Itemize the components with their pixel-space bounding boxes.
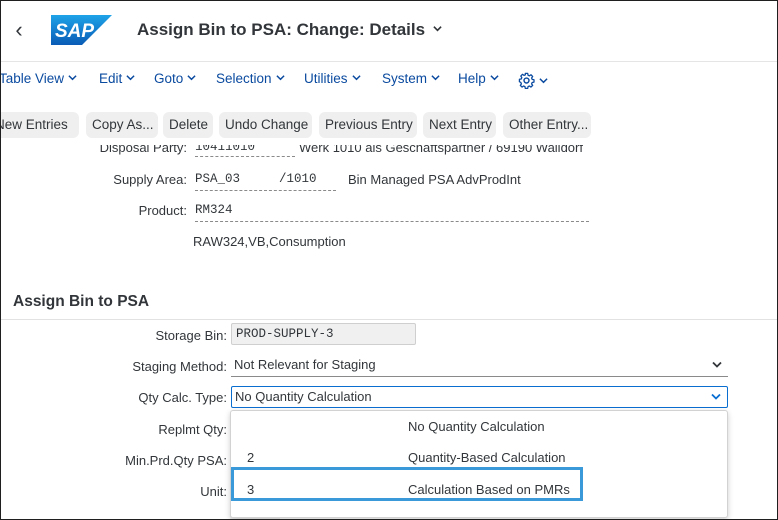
menu-bar: Table View Edit Goto Selection Utilities… <box>1 61 777 97</box>
button-label: New Entries <box>0 117 68 132</box>
menu-utilities[interactable]: Utilities <box>304 71 361 86</box>
menu-selection[interactable]: Selection <box>216 71 285 86</box>
gear-icon <box>518 72 535 90</box>
option-key: 2 <box>247 450 255 465</box>
qty-calc-type-select[interactable]: No Quantity Calculation <box>231 386 728 408</box>
shell-bar: ‹ SAP Assign Bin to PSA: Change: Details <box>1 1 777 62</box>
product-value: RM324 <box>195 203 233 217</box>
option-text: Quantity-Based Calculation <box>408 450 566 465</box>
sap-logo: SAP <box>51 15 112 45</box>
chevron-down-icon <box>126 75 135 81</box>
product-label: Product: <box>138 203 187 218</box>
option-highlight-box <box>231 467 583 501</box>
button-label: Delete <box>169 117 209 132</box>
previous-entry-button[interactable]: Previous Entry <box>319 112 417 138</box>
menu-label: System <box>382 71 428 86</box>
menu-label: Selection <box>216 71 272 86</box>
chevron-down-icon <box>68 75 77 81</box>
replmt-qty-label: Replmt Qty: <box>158 422 227 437</box>
staging-method-select[interactable]: Not Relevant for Staging <box>231 355 728 377</box>
menu-system[interactable]: System <box>382 71 440 86</box>
chevron-down-icon <box>187 75 196 81</box>
menu-label: Goto <box>154 71 184 86</box>
app-window: ‹ SAP Assign Bin to PSA: Change: Details… <box>0 0 778 520</box>
supply-area-label: Supply Area: <box>113 172 187 187</box>
chevron-down-icon <box>351 75 361 81</box>
disposal-party-description: Werk 1010 als Geschaftspartner / 69190 W… <box>299 140 583 155</box>
next-entry-button[interactable]: Next Entry <box>423 112 496 138</box>
button-label: Next Entry <box>429 117 493 132</box>
chevron-down-icon <box>712 361 722 368</box>
storage-bin-label: Storage Bin: <box>155 328 227 343</box>
disposal-party-underline <box>195 156 295 157</box>
action-toolbar: New Entries Copy As... Delete Undo Chang… <box>1 105 777 141</box>
storage-bin-value: PROD-SUPPLY-3 <box>236 327 334 341</box>
menu-table-view[interactable]: Table View <box>0 71 77 86</box>
chevron-left-icon: ‹ <box>15 17 23 42</box>
storage-bin-input[interactable]: PROD-SUPPLY-3 <box>231 323 416 345</box>
unit-label: Unit: <box>200 484 227 499</box>
menu-help[interactable]: Help <box>458 71 499 86</box>
supply-area-underline <box>195 190 336 191</box>
product-underline <box>195 221 589 222</box>
page-title[interactable]: Assign Bin to PSA: Change: Details <box>137 20 442 40</box>
button-label: Previous Entry <box>325 117 413 132</box>
disposal-party-label: Disposal Party: <box>99 140 187 155</box>
menu-edit[interactable]: Edit <box>99 71 135 86</box>
menu-label: Edit <box>99 71 123 86</box>
supply-area-plant: /1010 <box>279 172 317 186</box>
page-title-text: Assign Bin to PSA: Change: Details <box>137 20 426 39</box>
chevron-down-icon <box>711 393 721 400</box>
menu-label: Table View <box>0 71 65 86</box>
menu-label: Help <box>458 71 486 86</box>
chevron-down-icon <box>490 75 499 81</box>
section-divider <box>1 319 777 320</box>
chevron-down-icon <box>431 75 440 81</box>
svg-text:SAP: SAP <box>55 21 94 42</box>
menu-settings[interactable] <box>518 69 548 90</box>
delete-button[interactable]: Delete <box>163 112 213 138</box>
back-button[interactable]: ‹ <box>9 19 29 43</box>
undo-change-button[interactable]: Undo Change <box>219 112 312 138</box>
button-label: Undo Change <box>225 117 309 132</box>
button-label: Other Entry... <box>509 117 589 132</box>
menu-label: Utilities <box>304 71 348 86</box>
chevron-down-icon <box>275 75 285 81</box>
dropdown-option[interactable]: No Quantity Calculation <box>231 412 727 442</box>
product-description: RAW324,VB,Consumption <box>193 234 346 249</box>
button-label: Copy As... <box>92 117 154 132</box>
copy-as-button[interactable]: Copy As... <box>86 112 158 138</box>
section-title: Assign Bin to PSA <box>13 293 150 310</box>
qty-calc-type-dropdown: No Quantity Calculation 2 Quantity-Based… <box>230 410 728 518</box>
chevron-down-icon <box>433 26 442 32</box>
supply-area-description: Bin Managed PSA AdvProdInt <box>348 172 521 187</box>
new-entries-button[interactable]: New Entries <box>0 112 79 138</box>
supply-area-value: PSA_03 <box>195 172 241 186</box>
menu-goto[interactable]: Goto <box>154 71 196 86</box>
qty-calc-type-value: No Quantity Calculation <box>235 389 372 404</box>
min-prd-qty-psa-label: Min.Prd.Qty PSA: <box>125 453 227 468</box>
chevron-down-icon <box>539 78 548 84</box>
staging-method-label: Staging Method: <box>132 359 227 374</box>
other-entry-button[interactable]: Other Entry... <box>503 112 591 138</box>
staging-method-value: Not Relevant for Staging <box>234 357 376 372</box>
disposal-party-value: 10411010 <box>195 140 256 154</box>
option-text: No Quantity Calculation <box>408 419 545 434</box>
qty-calc-type-label: Qty Calc. Type: <box>138 390 227 405</box>
